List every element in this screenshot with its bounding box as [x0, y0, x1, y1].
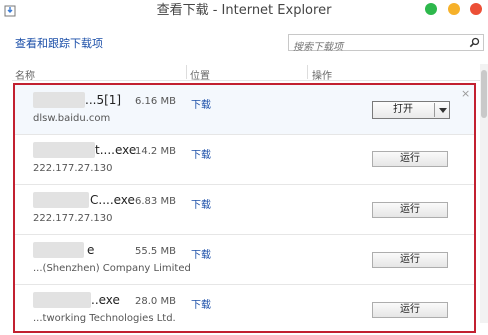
highlight-frame: [13, 83, 476, 333]
maximize-button[interactable]: [448, 3, 460, 15]
search-input[interactable]: [289, 40, 463, 55]
search-box[interactable]: [288, 34, 484, 55]
search-icon[interactable]: [469, 37, 480, 48]
close-window-button[interactable]: [470, 3, 482, 15]
vertical-scrollbar[interactable]: [480, 64, 488, 323]
column-divider: [186, 65, 187, 79]
header-divider: [12, 80, 488, 81]
scrollbar-thumb[interactable]: [481, 70, 487, 118]
title-bar: 查看下载 - Internet Explorer: [0, 0, 488, 24]
view-track-downloads-link[interactable]: 查看和跟踪下载项: [15, 35, 103, 51]
minimize-button[interactable]: [425, 3, 437, 15]
window-title: 查看下载 - Internet Explorer: [156, 3, 332, 18]
column-divider: [307, 65, 308, 79]
